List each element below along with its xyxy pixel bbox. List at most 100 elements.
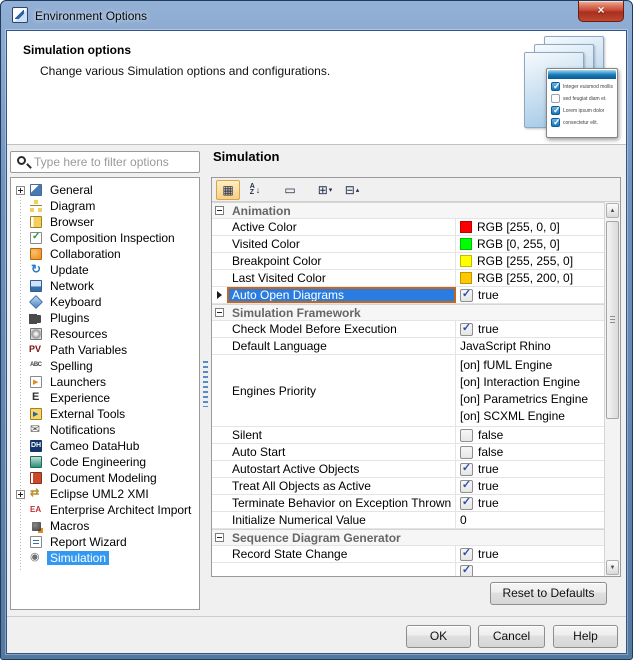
color-swatch[interactable] <box>460 238 472 250</box>
checkbox-unchecked-icon[interactable] <box>460 445 473 459</box>
property-value: true <box>478 479 499 493</box>
code-engineering-icon <box>28 456 44 468</box>
sidebar-item-report-wizard[interactable]: Report Wizard <box>13 534 199 550</box>
engine-entry: [on] Interaction Engine <box>460 374 581 389</box>
property-row-auto-start[interactable]: Auto Start false <box>212 444 604 461</box>
color-swatch[interactable] <box>460 221 472 233</box>
group-row-sequence-diagram-generator[interactable]: Sequence Diagram Generator <box>212 529 604 546</box>
sidebar-item-code-engineering[interactable]: Code Engineering <box>13 454 199 470</box>
property-row-engines-priority[interactable]: Engines Priority [on] fUML Engine [on] Int… <box>212 355 604 427</box>
property-row-default-language[interactable]: Default Language JavaScript Rhino <box>212 338 604 355</box>
report-wizard-icon <box>28 536 44 548</box>
property-row-clipped[interactable]: ✓ <box>212 563 604 576</box>
sidebar-item-simulation[interactable]: Simulation <box>13 550 199 566</box>
scrollbar-thumb[interactable] <box>606 221 619 419</box>
checkbox-checked-icon[interactable]: ✓ <box>460 547 473 561</box>
checkbox-checked-icon[interactable]: ✓ <box>460 496 473 510</box>
title-bar[interactable]: Environment Options <box>1 1 632 30</box>
property-row-active-color[interactable]: Active Color RGB [255, 0, 0] <box>212 219 604 236</box>
show-description-icon[interactable]: ▭ <box>278 180 302 200</box>
property-row-autostart-active-objects[interactable]: Autostart Active Objects ✓ true <box>212 461 604 478</box>
header-banner: Simulation options Change various Simula… <box>7 31 626 145</box>
options-tree[interactable]: General Diagram Browser Composition Insp… <box>10 177 200 610</box>
sidebar-item-composition-inspection[interactable]: Composition Inspection <box>13 230 199 246</box>
sidebar-item-macros[interactable]: Macros <box>13 518 199 534</box>
properties-panel: ▦ A Z ↓ ▭ ⊞ ▾ ⊟ ▴ Animation Active Color RGB … <box>211 177 621 577</box>
group-row-animation[interactable]: Animation <box>212 202 604 219</box>
sidebar-item-experience[interactable]: Experience <box>13 390 199 406</box>
sidebar-item-general[interactable]: General <box>13 182 199 198</box>
sidebar-item-enterprise-architect-import[interactable]: Enterprise Architect Import <box>13 502 199 518</box>
vertical-scrollbar[interactable]: ▲ ▼ <box>604 202 620 576</box>
close-icon[interactable] <box>578 1 624 22</box>
checkbox-checked-icon[interactable]: ✓ <box>460 288 473 302</box>
expand-icon[interactable] <box>16 185 25 195</box>
group-row-simulation-framework[interactable]: Simulation Framework <box>212 304 604 321</box>
properties-table: Animation Active Color RGB [255, 0, 0] Vi… <box>212 202 604 576</box>
footer-separator <box>7 616 626 617</box>
selected-row-marker <box>217 291 222 299</box>
sidebar-item-spelling[interactable]: Spelling <box>13 358 199 374</box>
sidebar-item-resources[interactable]: Resources <box>13 326 199 342</box>
color-swatch[interactable] <box>460 272 472 284</box>
property-row-record-state-change[interactable]: Record State Change ✓ true <box>212 546 604 563</box>
engine-entry: [on] SCXML Engine <box>460 408 565 423</box>
checkbox-checked-icon[interactable]: ✓ <box>460 479 473 493</box>
window-title: Environment Options <box>35 9 148 23</box>
options-illustration: Integer euismod mollis sed feugiat diam … <box>506 34 620 142</box>
property-row-treat-all-objects-as-active[interactable]: Treat All Objects as Active ✓ true <box>212 478 604 495</box>
checkbox-unchecked-icon[interactable] <box>460 428 473 442</box>
collapse-group-icon[interactable] <box>215 533 224 542</box>
sidebar-item-browser[interactable]: Browser <box>13 214 199 230</box>
scroll-down-icon[interactable]: ▼ <box>606 560 619 575</box>
properties-toolbar: ▦ A Z ↓ ▭ ⊞ ▾ ⊟ ▴ <box>212 178 620 202</box>
collapse-group-icon[interactable] <box>215 206 224 215</box>
color-swatch[interactable] <box>460 255 472 267</box>
sidebar-item-notifications[interactable]: Notifications <box>13 422 199 438</box>
sidebar-item-diagram[interactable]: Diagram <box>13 198 199 214</box>
categorized-view-icon[interactable]: ▦ <box>216 179 240 200</box>
ok-button[interactable]: OK <box>406 625 471 648</box>
property-row-silent[interactable]: Silent false <box>212 427 604 444</box>
sidebar-item-keyboard[interactable]: Keyboard <box>13 294 199 310</box>
property-value: 0 <box>460 513 467 527</box>
sidebar-item-plugins[interactable]: Plugins <box>13 310 199 326</box>
property-value: true <box>478 322 499 336</box>
sidebar-item-eclipse-uml2-xmi[interactable]: Eclipse UML2 XMI <box>13 486 199 502</box>
expand-all-icon[interactable]: ⊞ ▾ <box>313 180 337 200</box>
checklist-card: Integer euismod mollis sed feugiat diam … <box>546 68 618 138</box>
help-button[interactable]: Help <box>553 625 618 648</box>
property-row-auto-open-diagrams[interactable]: Auto Open Diagrams ✓ true <box>212 287 604 304</box>
property-row-breakpoint-color[interactable]: Breakpoint Color RGB [255, 255, 0] <box>212 253 604 270</box>
checkbox-checked-icon[interactable]: ✓ <box>460 564 473 576</box>
property-row-initialize-numerical-value[interactable]: Initialize Numerical Value 0 <box>212 512 604 529</box>
checkbox-checked-icon[interactable]: ✓ <box>460 462 473 476</box>
scroll-up-icon[interactable]: ▲ <box>606 203 619 218</box>
property-value: RGB [0, 255, 0] <box>477 237 560 251</box>
collapse-group-icon[interactable] <box>215 308 224 317</box>
diagram-icon <box>28 200 44 212</box>
property-row-visited-color[interactable]: Visited Color RGB [0, 255, 0] <box>212 236 604 253</box>
property-row-terminate-behavior-on-exception[interactable]: Terminate Behavior on Exception Thrown ✓ t… <box>212 495 604 512</box>
composition-inspection-icon <box>28 231 44 244</box>
sidebar-item-collaboration[interactable]: Collaboration <box>13 246 199 262</box>
cancel-button[interactable]: Cancel <box>478 625 545 648</box>
sidebar-item-path-variables[interactable]: Path Variables <box>13 342 199 358</box>
sort-alphabetically-icon[interactable]: A Z ↓ <box>243 180 267 200</box>
collaboration-icon <box>28 248 44 260</box>
panel-splitter-handle[interactable] <box>203 361 208 407</box>
sidebar-item-cameo-datahub[interactable]: Cameo DataHub <box>13 438 199 454</box>
sidebar-item-document-modeling[interactable]: Document Modeling <box>13 470 199 486</box>
sidebar-item-launchers[interactable]: Launchers <box>13 374 199 390</box>
sidebar-item-external-tools[interactable]: External Tools <box>13 406 199 422</box>
sidebar-item-network[interactable]: Network <box>13 278 199 294</box>
property-row-last-visited-color[interactable]: Last Visited Color RGB [255, 200, 0] <box>212 270 604 287</box>
property-row-check-model-before-execution[interactable]: Check Model Before Execution ✓ true <box>212 321 604 338</box>
reset-to-defaults-button[interactable]: Reset to Defaults <box>490 582 607 605</box>
collapse-all-icon[interactable]: ⊟ ▴ <box>340 180 364 200</box>
expand-icon[interactable] <box>16 489 25 499</box>
app-icon <box>12 7 28 23</box>
filter-input[interactable] <box>34 154 196 170</box>
checkbox-checked-icon[interactable]: ✓ <box>460 322 473 336</box>
sidebar-item-update[interactable]: Update <box>13 262 199 278</box>
